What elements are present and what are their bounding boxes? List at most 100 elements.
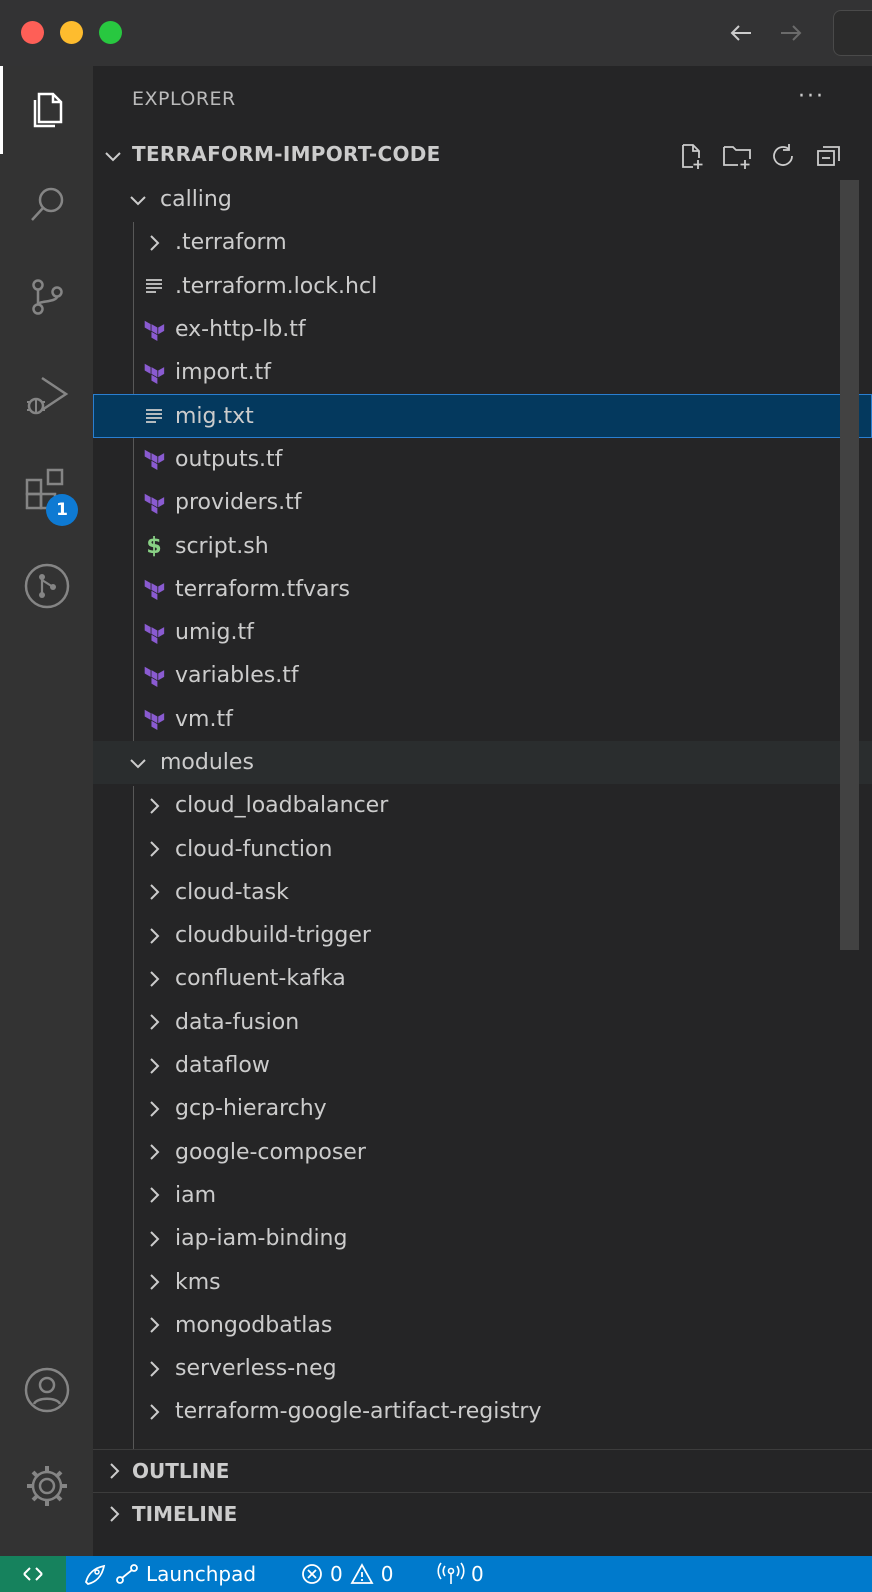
git-graph-activity[interactable] — [0, 542, 93, 630]
tree-item-label: terraform-google-artifact-registry — [175, 1399, 542, 1425]
rocket-icon — [85, 1564, 106, 1585]
tree-folder[interactable]: cloud_loadbalancer — [93, 784, 872, 827]
gear-icon — [26, 1466, 67, 1506]
tree-folder[interactable]: modules — [93, 740, 872, 785]
tree-file[interactable]: ex-http-lb.tf — [93, 308, 872, 351]
tree-folder[interactable]: iap-iam-binding — [93, 1217, 872, 1260]
tree-folder[interactable]: dataflow — [93, 1044, 872, 1087]
tree-item-label: mongodbatlas — [175, 1312, 333, 1338]
chevron-right-icon — [143, 1011, 165, 1033]
tree-folder[interactable]: calling — [93, 178, 872, 221]
tree-folder[interactable]: data-fusion — [93, 1001, 872, 1044]
error-icon — [302, 1564, 322, 1584]
tree-folder[interactable]: kms — [93, 1260, 872, 1303]
tree-folder[interactable]: cloud-function — [93, 827, 872, 870]
terraform-icon — [143, 708, 165, 731]
ports-status[interactable]: 0 — [437, 1556, 484, 1592]
tree-item-label: data-fusion — [175, 1009, 300, 1035]
tree-folder[interactable]: gcp-hierarchy — [93, 1087, 872, 1130]
tree-file[interactable]: .terraform.lock.hcl — [93, 265, 872, 308]
tree-item-label: modules — [160, 750, 254, 775]
extensions-activity[interactable] — [0, 446, 93, 534]
tree-item-label: gcp-hierarchy — [175, 1096, 327, 1122]
collapse-all-icon[interactable] — [813, 140, 845, 172]
tree-file[interactable]: variables.tf — [93, 654, 872, 697]
tree-file[interactable]: vm.tf — [93, 698, 872, 741]
search-activity[interactable] — [0, 160, 93, 248]
chevron-right-icon — [143, 1358, 165, 1380]
files-icon — [33, 92, 62, 128]
problems-status[interactable]: 0 0 — [300, 1556, 393, 1592]
tree-folder[interactable]: confluent-kafka — [93, 957, 872, 1000]
account-icon — [24, 1367, 69, 1413]
tree-item-label: .terraform.lock.hcl — [175, 273, 378, 299]
extensions-badge: 1 — [46, 494, 78, 526]
chevron-right-icon — [143, 1141, 165, 1163]
maximize-window-button[interactable] — [99, 21, 122, 44]
tree-folder[interactable]: cloudbuild-trigger — [93, 914, 872, 957]
tree-folder[interactable]: mongodbatlas — [93, 1304, 872, 1347]
source-control-activity[interactable] — [0, 253, 93, 341]
tree-item-label: variables.tf — [175, 663, 299, 689]
outline-panel-header[interactable]: OUTLINE — [93, 1449, 872, 1492]
go-back-icon[interactable] — [726, 18, 756, 48]
text-file-icon — [143, 405, 165, 427]
chevron-right-icon — [103, 1503, 125, 1529]
error-count: 0 — [330, 1562, 343, 1586]
text-file-icon — [143, 275, 165, 297]
chevron-right-icon — [143, 968, 165, 990]
accounts-activity[interactable] — [0, 1346, 93, 1434]
chevron-right-icon — [143, 925, 165, 947]
tree-folder[interactable]: google-composer — [93, 1131, 872, 1174]
chevron-right-icon — [143, 1228, 165, 1250]
tree-item-label: google-composer — [175, 1139, 366, 1165]
run-debug-activity[interactable] — [0, 351, 93, 439]
timeline-panel-title: TIMELINE — [132, 1502, 238, 1526]
chevron-right-icon — [143, 1271, 165, 1293]
tree-item-label: vm.tf — [175, 706, 233, 732]
tree-folder[interactable]: terraform-google-artifact-registry — [93, 1390, 872, 1433]
close-window-button[interactable] — [21, 21, 44, 44]
tree-file[interactable]: mig.txt — [93, 394, 872, 438]
chevron-right-icon — [143, 232, 165, 254]
terraform-icon — [143, 319, 165, 341]
chevron-down-icon — [127, 752, 149, 774]
tree-file[interactable]: outputs.tf — [93, 438, 872, 481]
tree-item-label: iap-iam-binding — [175, 1226, 348, 1252]
tree-file[interactable]: terraform.tfvars — [93, 568, 872, 611]
sidebar-scrollbar[interactable] — [840, 180, 859, 950]
chevron-right-icon — [143, 838, 165, 860]
tree-item-label: import.tf — [175, 360, 272, 386]
minimize-window-button[interactable] — [60, 21, 83, 44]
more-actions-icon[interactable]: ··· — [798, 84, 825, 109]
go-forward-icon[interactable] — [776, 18, 806, 48]
outline-panel-title: OUTLINE — [132, 1459, 230, 1483]
tree-file[interactable]: providers.tf — [93, 481, 872, 524]
tree-folder[interactable]: cloud-task — [93, 871, 872, 914]
chevron-right-icon — [143, 1314, 165, 1336]
refresh-icon[interactable] — [767, 140, 799, 172]
explorer-activity[interactable] — [0, 66, 93, 154]
tree-file[interactable]: umig.tf — [93, 611, 872, 654]
manage-activity[interactable] — [0, 1442, 93, 1530]
connection-icon — [116, 1564, 138, 1584]
chevron-right-icon — [143, 1401, 165, 1423]
chevron-right-icon — [143, 881, 165, 903]
command-center[interactable] — [833, 10, 872, 56]
tree-item-label: cloudbuild-trigger — [175, 923, 371, 949]
new-file-icon[interactable] — [675, 140, 707, 172]
workspace-folder-header[interactable]: TERRAFORM-IMPORT-CODE — [93, 136, 872, 176]
tree-folder[interactable]: iam — [93, 1174, 872, 1217]
tree-item-label: iam — [175, 1182, 217, 1208]
explorer-sidebar: EXPLORER ··· TERRAFORM-IMPORT-CODE calli… — [93, 66, 872, 1556]
tree-file[interactable]: $ script.sh — [93, 524, 872, 567]
timeline-panel-header[interactable]: TIMELINE — [93, 1492, 872, 1535]
tree-folder[interactable]: serverless-neg — [93, 1347, 872, 1390]
launchpad-status[interactable]: Launchpad — [82, 1556, 256, 1592]
source-control-icon — [31, 279, 63, 315]
new-folder-icon[interactable] — [721, 140, 753, 172]
tree-folder[interactable]: .terraform — [93, 221, 872, 264]
terraform-icon — [143, 622, 165, 644]
tree-file[interactable]: import.tf — [93, 351, 872, 394]
remote-indicator[interactable] — [0, 1556, 66, 1592]
